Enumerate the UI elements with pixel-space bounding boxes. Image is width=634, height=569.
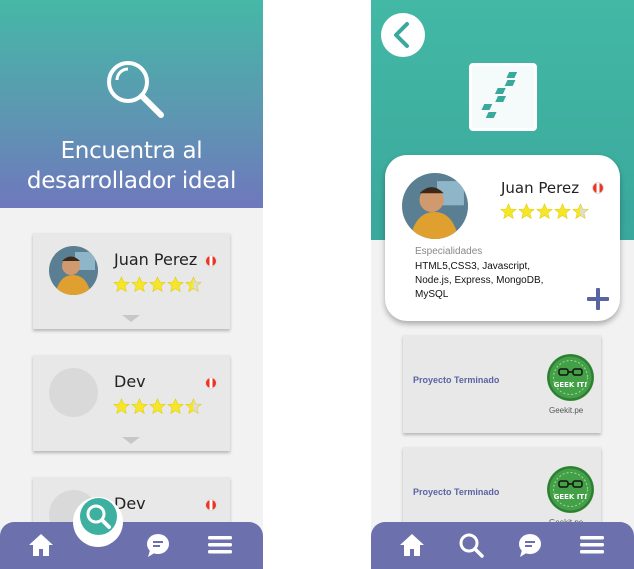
search-header: Encuentra al desarrollador ideal: [0, 0, 263, 208]
page-title-line2: desarrollador ideal: [26, 168, 237, 194]
home-icon[interactable]: [28, 532, 54, 558]
back-button[interactable]: [381, 13, 425, 57]
menu-icon[interactable]: [579, 532, 605, 558]
chevron-down-icon[interactable]: [122, 437, 140, 444]
avatar: [49, 246, 98, 295]
star-icon: [554, 203, 571, 220]
company-logo-text: GEEK IT!: [554, 381, 588, 389]
company-name: Geekit.pe: [549, 406, 584, 415]
plus-icon[interactable]: [585, 286, 611, 312]
app-logo: [469, 63, 537, 131]
specialties-label: Especialidades: [415, 246, 483, 257]
half-star-icon: [185, 398, 202, 415]
star-icon: [536, 203, 553, 220]
star-icon: [500, 203, 517, 220]
developer-name: Juan Perez: [501, 179, 580, 197]
project-card[interactable]: Proyecto Terminado GEEK IT! Geekit.pe: [403, 335, 601, 433]
company-logo-text: GEEK IT!: [554, 493, 588, 501]
star-icon: [167, 276, 184, 293]
rating-stars: [113, 398, 202, 415]
star-icon: [113, 398, 130, 415]
search-icon: [107, 61, 164, 118]
developer-card[interactable]: Dev: [33, 355, 230, 451]
chat-icon[interactable]: [517, 532, 543, 558]
profile-card: Juan Perez Especialidades HTML5,CSS3, Ja…: [385, 155, 620, 321]
star-icon: [113, 276, 130, 293]
company-logo: GEEK IT!: [547, 466, 594, 513]
avatar: [402, 173, 468, 239]
developer-name: Juan Perez: [114, 250, 198, 269]
avatar-placeholder: [49, 368, 98, 417]
chevron-down-icon[interactable]: [122, 315, 140, 322]
company-logo: GEEK IT!: [547, 354, 594, 401]
project-status-label: Proyecto Terminado: [413, 487, 500, 497]
search-screen: Encuentra al desarrollador ideal Juan Pe…: [0, 0, 263, 569]
project-status-label: Proyecto Terminado: [413, 375, 500, 385]
developer-profile-screen: Juan Perez Especialidades HTML5,CSS3, Ja…: [371, 0, 634, 569]
search-icon[interactable]: [458, 532, 484, 558]
chat-icon[interactable]: [145, 532, 171, 558]
peru-flag-icon: [205, 377, 217, 389]
peru-flag-icon: [592, 182, 604, 194]
peru-flag-icon: [205, 255, 217, 267]
search-fab-button[interactable]: [80, 498, 117, 535]
search-icon: [86, 504, 111, 529]
half-star-icon: [572, 203, 589, 220]
star-icon: [131, 276, 148, 293]
home-icon[interactable]: [399, 532, 425, 558]
page-title: Encuentra al desarrollador ideal: [0, 136, 263, 196]
specialties-list: HTML5,CSS3, Javascript, Node.js, Express…: [415, 261, 544, 300]
star-icon: [149, 276, 166, 293]
half-star-icon: [185, 276, 202, 293]
star-icon: [149, 398, 166, 415]
app-logo-icon: [481, 72, 518, 118]
star-icon: [518, 203, 535, 220]
rating-stars: [113, 276, 202, 293]
peru-flag-icon: [205, 499, 217, 511]
menu-icon[interactable]: [207, 532, 233, 558]
star-icon: [167, 398, 184, 415]
developer-name: Dev: [114, 372, 146, 391]
chevron-left-icon: [394, 22, 409, 48]
star-icon: [131, 398, 148, 415]
developer-card[interactable]: Juan Perez: [33, 233, 230, 329]
page-title-line1: Encuentra al: [60, 138, 203, 164]
rating-stars: [500, 203, 589, 220]
